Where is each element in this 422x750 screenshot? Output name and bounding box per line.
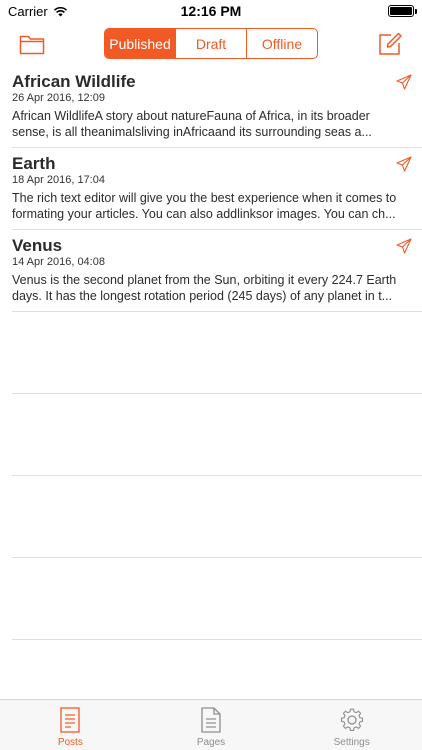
post-filter-segmented-control: Published Draft Offline [104,28,318,59]
tab-label: Posts [57,737,83,748]
post-excerpt: The rich text editor will give you the b… [12,191,397,221]
empty-row [12,312,422,394]
tab-label: Settings [333,737,370,748]
tab-settings[interactable]: Settings [281,700,422,750]
post-date: 14 Apr 2016, 04:08 [12,256,105,268]
folder-button[interactable] [16,28,48,60]
empty-row [12,476,422,558]
post-title: African Wildlife [12,72,136,91]
post-excerpt: African WildlifeA story about natureFaun… [12,109,372,139]
post-title: Venus [12,236,63,255]
battery-level [390,7,412,15]
post-excerpt: Venus is the second planet from the Sun,… [12,273,397,303]
tab-label: Pages [196,737,226,748]
tab-posts[interactable]: Posts [0,700,141,750]
nav-bar: Published Draft Offline [0,22,422,66]
settings-gear-icon [340,708,363,731]
posts-icon [60,707,80,733]
tab-pages[interactable]: Pages [141,700,282,750]
empty-row [12,394,422,476]
post-date: 26 Apr 2016, 12:09 [12,92,105,104]
post-item[interactable]: Earth 18 Apr 2016, 17:04 The rich text e… [12,148,422,230]
folder-icon [19,35,45,55]
segment-draft[interactable]: Draft [175,29,246,58]
post-date: 18 Apr 2016, 17:04 [12,174,105,186]
status-bar: Carrier 12:16 PM [0,0,422,22]
paper-plane-icon [396,74,412,90]
segment-offline[interactable]: Offline [246,29,317,58]
compose-button[interactable] [374,28,406,60]
segment-published[interactable]: Published [105,29,175,58]
pages-icon [201,707,221,733]
post-title: Earth [12,154,56,173]
paper-plane-icon [396,238,412,254]
battery-icon [388,5,417,17]
post-list: African Wildlife 26 Apr 2016, 12:09 Afri… [0,66,422,640]
post-item[interactable]: African Wildlife 26 Apr 2016, 12:09 Afri… [12,66,422,148]
compose-icon [379,32,402,55]
post-item[interactable]: Venus 14 Apr 2016, 04:08 Venus is the se… [12,230,422,312]
paper-plane-icon [396,156,412,172]
app-screen: Carrier 12:16 PM Published Draft Offline [0,0,422,750]
status-time: 12:16 PM [180,3,242,19]
empty-row [12,558,422,640]
tab-bar: Posts Pages Settings [0,699,422,750]
